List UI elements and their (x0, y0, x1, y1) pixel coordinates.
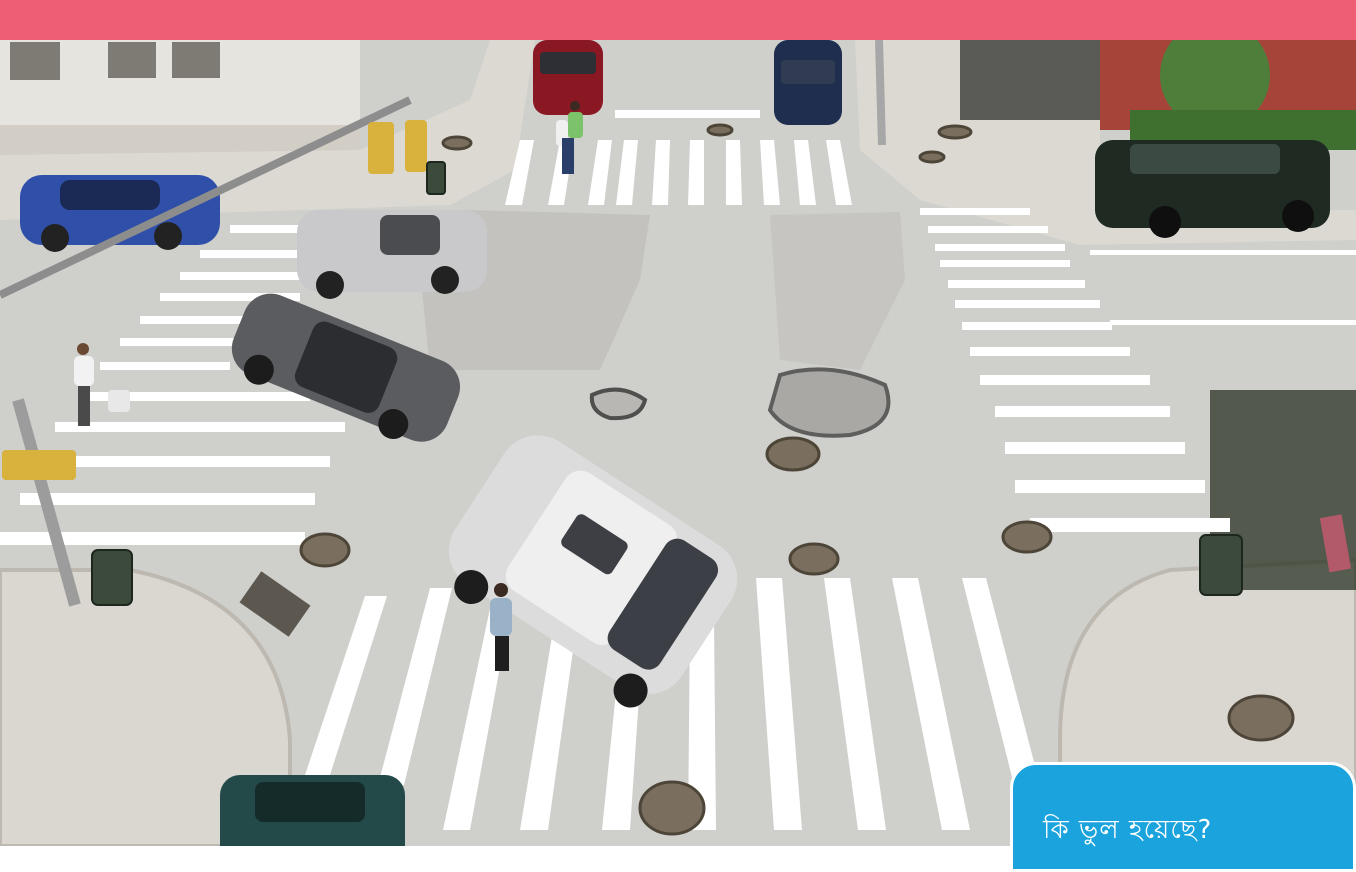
fence (960, 40, 1100, 120)
car-red (533, 40, 603, 115)
callout-question: কি ভুল হয়েছে? (1043, 815, 1213, 845)
car-silver-hatch (297, 210, 487, 299)
question-callout: কি ভুল হয়েছে? (1010, 762, 1356, 872)
traffic-light (368, 122, 394, 174)
pothole (589, 387, 648, 421)
car-dark-suv (1095, 140, 1330, 238)
window (108, 42, 156, 78)
pedestrian-signal (2, 450, 76, 480)
intersection-photo (0, 40, 1356, 846)
top-banner (0, 0, 1356, 40)
car-teal (220, 775, 405, 846)
car-navy (774, 40, 842, 125)
light-pole (875, 40, 886, 146)
window (10, 42, 60, 80)
pothole (767, 367, 891, 438)
traffic-light (405, 120, 427, 172)
street-scene (0, 40, 1356, 846)
window (172, 42, 220, 78)
